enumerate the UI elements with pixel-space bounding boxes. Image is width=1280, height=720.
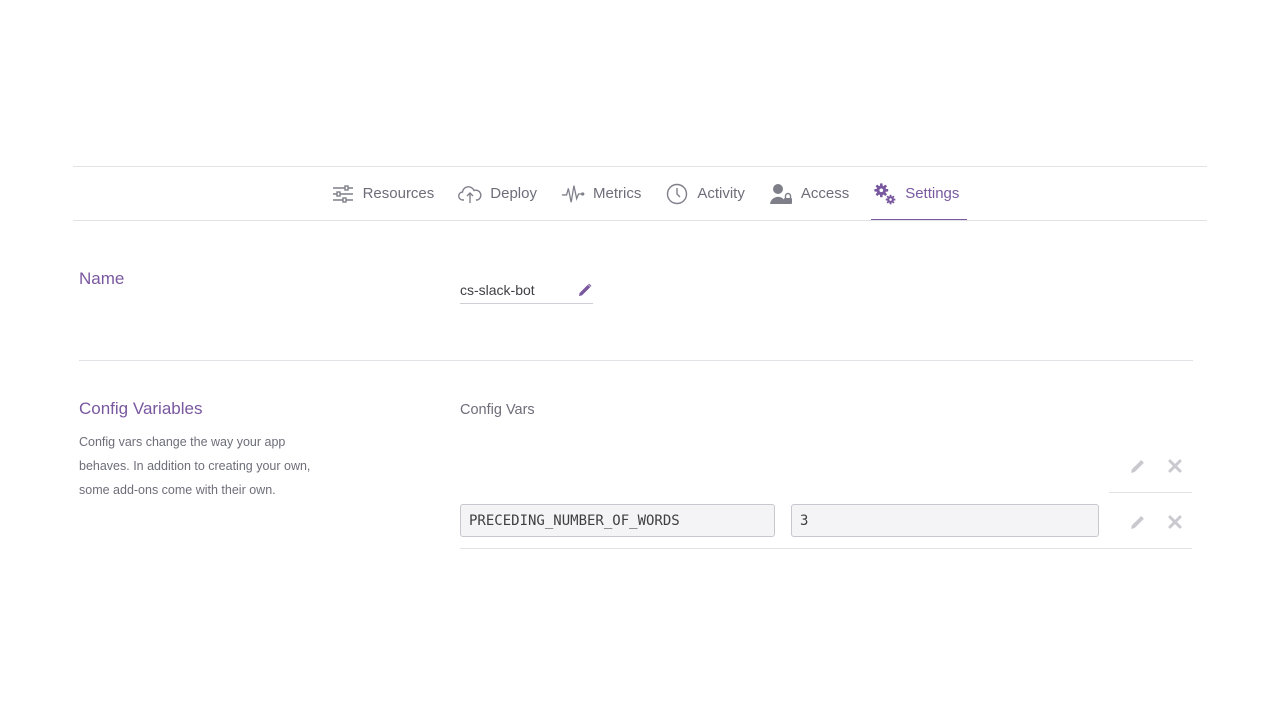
config-var-key: PRECEDING_NUMBER_OF_WORDS (469, 512, 680, 529)
config-var-key-input[interactable]: PRECEDING_NUMBER_OF_WORDS (460, 504, 775, 537)
config-var-value: 3 (800, 512, 809, 529)
pencil-icon[interactable] (577, 282, 593, 298)
tab-resources[interactable]: Resources (329, 167, 443, 220)
tab-label: Metrics (592, 185, 642, 202)
tab-label: Activity (697, 185, 745, 202)
row-divider (1109, 492, 1192, 493)
app-name-field[interactable]: cs-slack-bot (460, 276, 593, 304)
tab-metrics[interactable]: Metrics (559, 167, 649, 220)
config-description: Config vars change the way your app beha… (79, 435, 311, 497)
tab-settings[interactable]: Settings (871, 167, 968, 221)
name-section-title: Name (79, 269, 125, 288)
section-divider (79, 360, 1193, 361)
sliders-icon (331, 182, 355, 206)
nav-bottom-divider (73, 220, 1207, 221)
pencil-icon[interactable] (1127, 511, 1149, 533)
tab-deploy[interactable]: Deploy (456, 167, 545, 220)
pencil-icon[interactable] (1127, 455, 1149, 477)
config-var-value-input[interactable]: 3 (791, 504, 1099, 537)
close-icon[interactable] (1164, 455, 1186, 477)
tab-activity[interactable]: Activity (663, 167, 753, 220)
tab-label: Access (800, 185, 850, 202)
config-vars-label: Config Vars (460, 402, 535, 418)
gears-icon (873, 182, 897, 206)
tab-label: Deploy (490, 185, 537, 202)
close-icon[interactable] (1164, 511, 1186, 533)
pulse-icon (561, 182, 585, 206)
app-nav-tabs: Resources Deploy Metrics Activity Access… (0, 167, 1280, 221)
clock-icon (665, 182, 689, 206)
cloud-upload-icon (458, 182, 482, 206)
config-section-title: Config Variables (79, 399, 203, 418)
tab-access[interactable]: Access (767, 167, 857, 220)
user-lock-icon (769, 182, 793, 206)
tab-label: Resources (362, 185, 435, 202)
tab-label: Settings (905, 185, 960, 202)
row-divider (460, 548, 1192, 549)
app-name-value: cs-slack-bot (460, 281, 535, 298)
